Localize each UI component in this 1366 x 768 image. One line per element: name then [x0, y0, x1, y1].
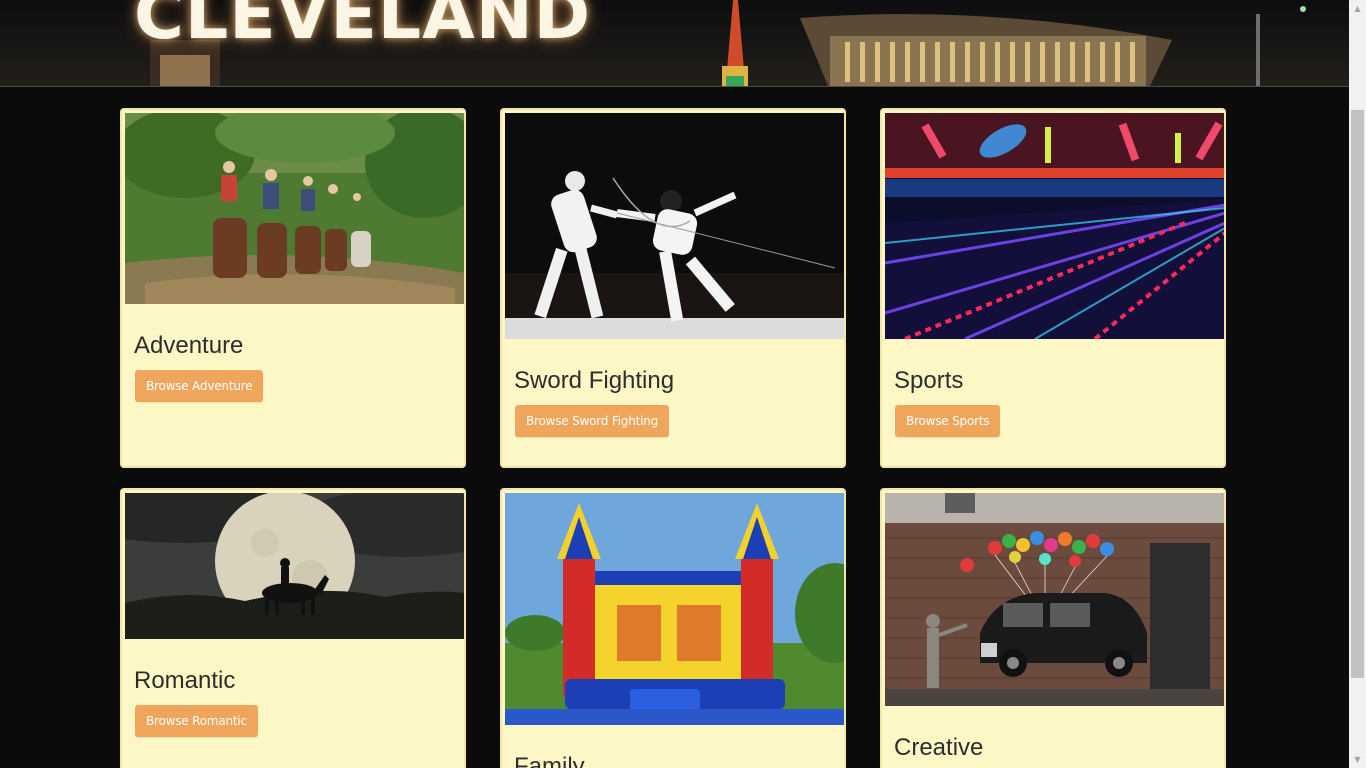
- category-card-sports: Sports Browse Sports: [880, 108, 1226, 468]
- category-title: Creative: [894, 734, 984, 761]
- browse-sword-fighting-button[interactable]: Browse Sword Fighting: [515, 405, 670, 437]
- browse-adventure-button[interactable]: Browse Adventure: [135, 370, 264, 402]
- header-banner: CLEVELAND: [0, 0, 1349, 87]
- browse-romantic-button[interactable]: Browse Romantic: [135, 705, 258, 737]
- category-card-creative: Creative: [880, 488, 1226, 768]
- category-card-sword-fighting: Sword Fighting Browse Sword Fighting: [500, 108, 846, 468]
- scrollbar-thumb[interactable]: [1351, 110, 1364, 678]
- glow-bowling-photo: [885, 113, 1224, 339]
- bounce-house-photo: [505, 493, 844, 725]
- category-card-family: Family: [500, 488, 846, 768]
- category-title: Adventure: [134, 332, 244, 359]
- horseback-riding-photo: [125, 113, 464, 304]
- category-card-adventure: Adventure Browse Adventure: [120, 108, 466, 468]
- page: CLEVELAND Adventure Browse Adventure Swo…: [0, 0, 1366, 768]
- scroll-down-arrow-icon[interactable]: ▼: [1349, 751, 1366, 768]
- fencing-photo: [505, 113, 844, 339]
- category-title: Romantic: [134, 667, 236, 694]
- category-title: Sports: [894, 367, 964, 394]
- category-title: Family: [514, 753, 585, 768]
- moonlit-rider-photo: [125, 493, 464, 639]
- vertical-scrollbar[interactable]: ▲ ▼: [1349, 0, 1366, 768]
- scroll-up-arrow-icon[interactable]: ▲: [1349, 0, 1366, 17]
- category-title: Sword Fighting: [514, 367, 675, 394]
- browse-sports-button[interactable]: Browse Sports: [895, 405, 1001, 437]
- category-card-romantic: Romantic Browse Romantic: [120, 488, 466, 768]
- page-title: CLEVELAND: [134, 0, 592, 55]
- street-art-taxi-photo: [885, 493, 1224, 706]
